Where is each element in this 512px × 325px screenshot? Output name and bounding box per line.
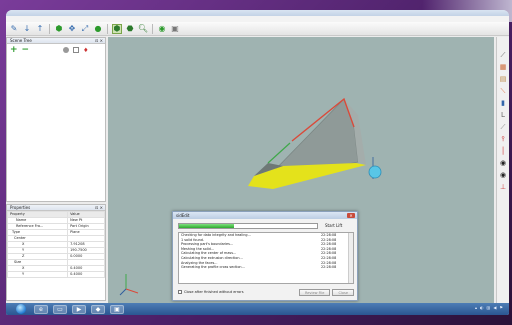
main-toolbar: ✎ ↓ ↑ ⬢ ✥ ⤢ ● ⬢ ⬣ 🔍︎ ◉ ▣ bbox=[6, 22, 509, 36]
progress-fill bbox=[179, 224, 235, 228]
dialog-footer: Close after finished without errors Revi… bbox=[178, 288, 354, 296]
toolbar-separator bbox=[49, 23, 50, 34]
stage-label: Start Lift bbox=[325, 223, 343, 228]
log-list[interactable]: Checking for data integrity and healing.… bbox=[178, 232, 354, 284]
tray-icon[interactable]: ▴ bbox=[475, 305, 477, 310]
progress-dialog: sidEdit ✕ Start Lift Checking for data i… bbox=[172, 211, 358, 301]
property-value[interactable]: 0.4000 bbox=[67, 271, 105, 278]
camera-icon[interactable]: ▣ bbox=[170, 24, 180, 34]
move-icon[interactable]: ✥ bbox=[67, 24, 77, 34]
rod-icon[interactable]: │ bbox=[499, 147, 508, 156]
crane-icon[interactable]: ⟋ bbox=[499, 51, 508, 60]
arrow-down-icon[interactable]: ↓ bbox=[22, 24, 32, 34]
taskbar-app-icon[interactable]: ◆ bbox=[91, 304, 105, 314]
view-dot-icon[interactable]: ● bbox=[93, 24, 103, 34]
volume-icon[interactable]: ◀ bbox=[493, 305, 496, 310]
tray-icon[interactable]: ◐ bbox=[480, 305, 484, 310]
scene-tree-header: Scene Tree ⊡ × bbox=[7, 38, 105, 44]
dialog-title-bar: sidEdit ✕ bbox=[173, 212, 357, 219]
copy-icon[interactable] bbox=[73, 47, 80, 53]
rigging-icon[interactable]: ⫯ bbox=[499, 135, 508, 144]
log-scrollbar[interactable] bbox=[348, 233, 353, 283]
pin-icon[interactable]: ⊡ × bbox=[95, 205, 103, 211]
list-item: Generating the profile cross section... 2… bbox=[179, 265, 353, 270]
progress-bar bbox=[178, 223, 318, 229]
settings-icon[interactable] bbox=[63, 47, 70, 53]
network-icon[interactable]: ▥ bbox=[487, 305, 491, 310]
properties-header: Properties ⊡ × bbox=[7, 205, 105, 211]
review-file-button[interactable]: Review File bbox=[298, 288, 331, 296]
close-button[interactable]: Close bbox=[332, 288, 354, 296]
target-icon[interactable]: ◉ bbox=[157, 24, 167, 34]
dialog-title: sidEdit bbox=[176, 213, 190, 218]
green-cube-icon[interactable]: ⬢ bbox=[54, 24, 64, 34]
view-cube-icon[interactable]: ⬢ bbox=[112, 23, 122, 34]
checkbox-label: Close after finished without errors bbox=[184, 290, 244, 294]
close-after-checkbox[interactable] bbox=[178, 290, 182, 294]
axis-z-icon bbox=[119, 288, 127, 296]
system-tray: ▴ ◐ ▥ ◀ ⚑ bbox=[475, 305, 503, 310]
scene-tree-title: Scene Tree bbox=[10, 38, 32, 43]
app-window: ✎ ↓ ↑ ⬢ ✥ ⤢ ● ⬢ ⬣ 🔍︎ ◉ ▣ Scene Tree ⊡ × … bbox=[6, 10, 509, 315]
taskbar: e ▭ ▶ ◆ ▣ ▴ ◐ ▥ ◀ ⚑ bbox=[6, 303, 509, 315]
right-toolbar: ⟋ ▦ ▤ ⟍ ▮ L ⟋ ⫯ │ ◉ ◉ ⊥ bbox=[496, 37, 509, 307]
edit-icon[interactable]: ⟋ bbox=[499, 123, 508, 132]
remove-icon[interactable]: − bbox=[22, 45, 30, 55]
toolbar-separator bbox=[152, 23, 153, 34]
arrow-up-icon[interactable]: ↑ bbox=[35, 24, 45, 34]
flag-icon[interactable]: ⚑ bbox=[499, 305, 503, 310]
pin-icon[interactable]: ⊡ × bbox=[95, 38, 103, 44]
add-icon[interactable]: + bbox=[10, 45, 18, 55]
weight-icon[interactable]: ◉ bbox=[499, 159, 508, 168]
properties-panel: Properties ⊡ × Property Value Name New Pt… bbox=[6, 204, 106, 301]
delete-icon[interactable]: ♦ bbox=[83, 47, 88, 54]
taskbar-media-icon[interactable]: ▶ bbox=[72, 304, 86, 314]
property-name: Y bbox=[6, 271, 69, 278]
close-icon[interactable]: ✕ bbox=[347, 213, 355, 218]
taskbar-folder-icon[interactable]: ▭ bbox=[53, 304, 67, 314]
properties-table: Property Value Name New Pt Reference Fra.… bbox=[6, 211, 105, 278]
bar-icon[interactable]: ▮ bbox=[499, 99, 508, 108]
weight-alt-icon[interactable]: ◉ bbox=[499, 171, 508, 180]
tool-icon[interactable]: ⟍ bbox=[499, 87, 508, 96]
log-message: Generating the profile cross section... bbox=[181, 265, 245, 270]
layers-icon[interactable]: ▦ bbox=[499, 63, 508, 72]
sling-icon[interactable]: ⊥ bbox=[499, 183, 508, 192]
scene-tree-panel: Scene Tree ⊡ × + − ♦ bbox=[6, 37, 106, 202]
taskbar-window-icon[interactable]: ▣ bbox=[110, 304, 124, 314]
log-time: 22:28:08 bbox=[321, 265, 337, 270]
scene-tree-tools: + − ♦ bbox=[7, 44, 105, 56]
hook-icon[interactable]: L bbox=[499, 111, 508, 120]
magnifier-icon[interactable]: 🔍︎ bbox=[138, 24, 148, 34]
fit-view-icon[interactable]: ⤢ bbox=[80, 24, 90, 34]
properties-title: Properties bbox=[10, 205, 31, 210]
axis-x-icon bbox=[125, 288, 139, 294]
pencil-icon[interactable]: ✎ bbox=[9, 24, 19, 34]
zoom-icon[interactable]: ⬣ bbox=[125, 24, 135, 34]
pivot-icon[interactable] bbox=[368, 165, 382, 179]
stack-icon[interactable]: ▤ bbox=[499, 75, 508, 84]
table-row[interactable]: Y 0.4000 bbox=[6, 271, 105, 278]
toolbar-separator bbox=[107, 23, 108, 34]
taskbar-ie-icon[interactable]: e bbox=[34, 304, 48, 314]
start-button-icon[interactable] bbox=[16, 304, 26, 314]
